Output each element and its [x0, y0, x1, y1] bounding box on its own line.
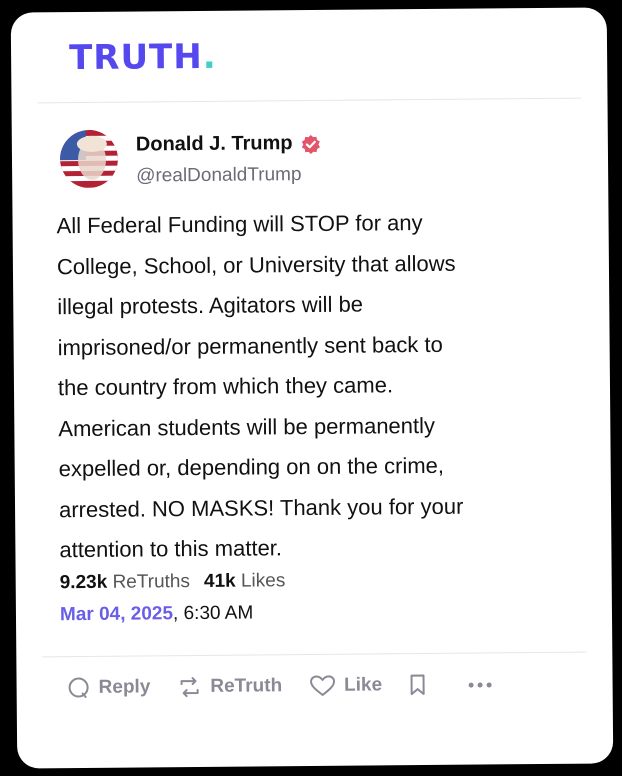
action-bar: Reply ReTruth Like: [67, 672, 492, 700]
logo-text: TRUTH: [68, 36, 203, 79]
likes-label: Likes: [240, 570, 286, 592]
more-options-button[interactable]: [468, 681, 492, 688]
reply-icon: [67, 676, 91, 700]
bookmark-icon: [408, 673, 426, 697]
reply-button[interactable]: Reply: [67, 675, 151, 700]
likes-stat[interactable]: 41k Likes: [204, 570, 286, 593]
post-date[interactable]: Mar 04, 2025: [60, 603, 173, 625]
author-handle[interactable]: @realDonaldTrump: [136, 164, 302, 187]
author-name[interactable]: Donald J. Trump: [136, 132, 321, 157]
likes-count: 41k: [203, 570, 236, 592]
avatar[interactable]: [59, 129, 119, 189]
divider: [42, 651, 587, 658]
more-dot-icon: [477, 682, 483, 688]
truth-logo: TRUTH.: [69, 37, 217, 78]
post-card: TRUTH. Donald J. Trump @realDonaldTrump …: [10, 7, 614, 769]
logo-dot: .: [202, 36, 217, 77]
bookmark-button[interactable]: [408, 673, 426, 697]
retruth-label: ReTruth: [210, 675, 283, 697]
retruths-stat[interactable]: 9.23k ReTruths: [60, 571, 190, 594]
post-stats: 9.23k ReTruths 41k Likes: [60, 570, 286, 594]
reply-label: Reply: [98, 676, 151, 698]
post-timestamp: Mar 04, 2025, 6:30 AM: [60, 603, 253, 627]
like-button[interactable]: Like: [308, 673, 382, 698]
retruths-label: ReTruths: [112, 571, 191, 593]
more-dot-icon: [468, 682, 474, 688]
author-name-text: Donald J. Trump: [135, 132, 293, 156]
retruth-icon: [176, 675, 202, 699]
retruths-count: 9.23k: [59, 571, 108, 594]
avatar-image: [59, 129, 119, 189]
retruth-button[interactable]: ReTruth: [176, 674, 282, 699]
post-time: , 6:30 AM: [172, 602, 254, 625]
divider: [37, 97, 582, 104]
more-dot-icon: [486, 681, 492, 687]
verified-badge-icon: [300, 133, 320, 154]
post-text: All Federal Funding will STOP for any Co…: [56, 210, 464, 563]
like-label: Like: [344, 674, 383, 696]
heart-icon: [308, 674, 336, 698]
